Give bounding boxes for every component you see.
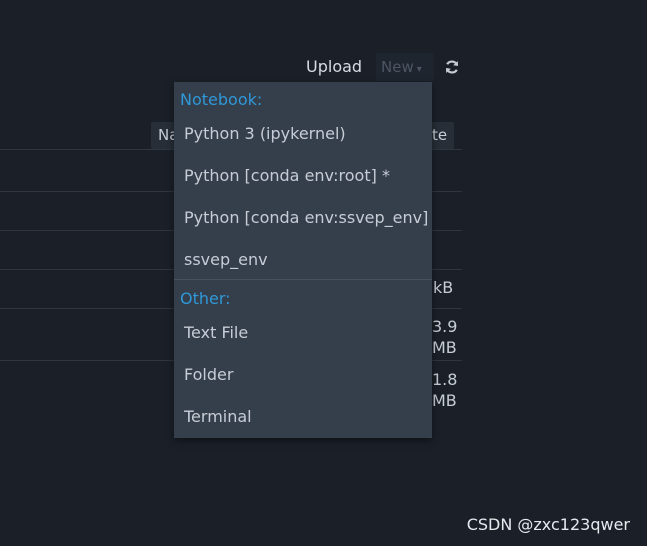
menu-divider (174, 279, 432, 280)
menu-item-python3-ipykernel[interactable]: Python 3 (ipykernel) (184, 124, 346, 143)
notebook-section-header: Notebook: (180, 90, 263, 109)
file-size: 1.8 MB (432, 370, 458, 410)
menu-item-terminal[interactable]: Terminal (184, 407, 252, 426)
menu-item-conda-ssvep-env[interactable]: Python [conda env:ssvep_env] (184, 208, 428, 227)
menu-item-text-file[interactable]: Text File (184, 323, 248, 342)
menu-item-conda-root[interactable]: Python [conda env:root] * (184, 166, 390, 185)
new-button-label: New (381, 58, 414, 76)
new-dropdown-button[interactable]: New ▾ (376, 53, 434, 81)
file-size: 3.9 MB (432, 317, 458, 357)
watermark: CSDN @zxc123qwer (466, 515, 630, 534)
caret-down-icon: ▾ (416, 64, 422, 75)
refresh-icon[interactable] (444, 59, 460, 75)
file-size: kB (433, 278, 454, 297)
date-column-header[interactable]: te (432, 126, 447, 144)
menu-item-folder[interactable]: Folder (184, 365, 233, 384)
upload-button[interactable]: Upload (306, 56, 362, 78)
new-dropdown-menu: Notebook: Python 3 (ipykernel) Python [c… (174, 82, 432, 438)
other-section-header: Other: (180, 289, 231, 308)
menu-item-ssvep-env[interactable]: ssvep_env (184, 250, 268, 269)
